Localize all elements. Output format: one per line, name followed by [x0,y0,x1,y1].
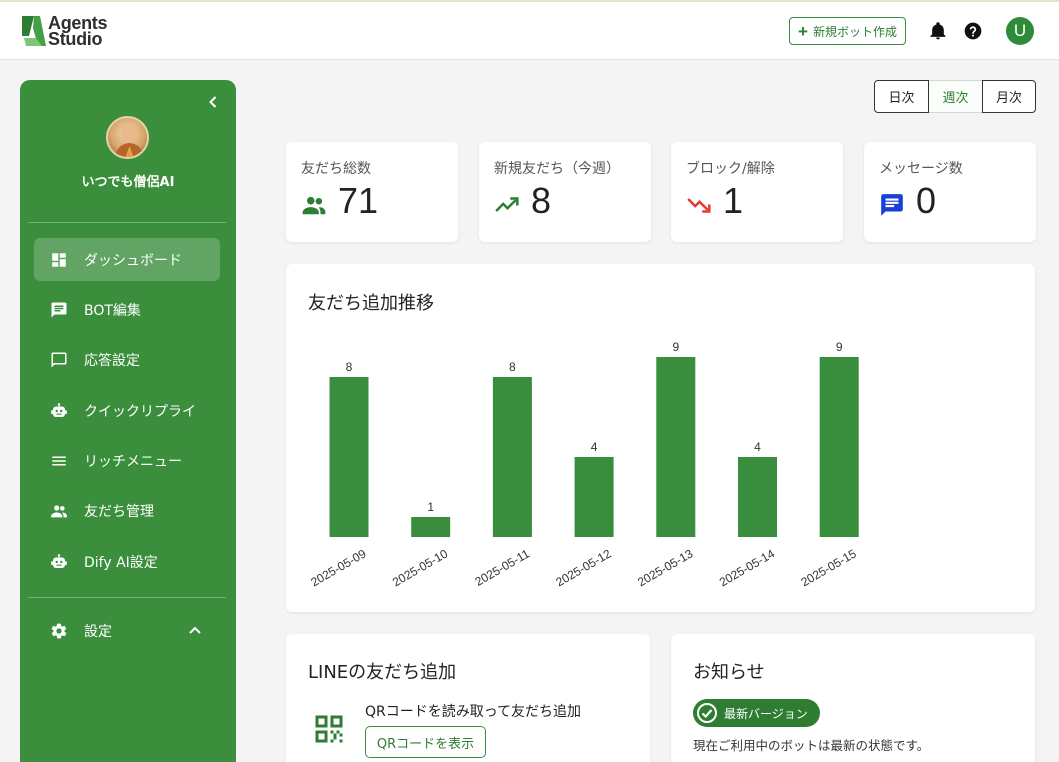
stat-value: 8 [531,180,552,221]
gear-icon [51,623,67,638]
sidebar-item-label: ダッシュボード [84,252,182,269]
chart-bar [492,377,532,537]
news-card: お知らせ 最新バージョン 現在ご利用中のボットは最新の状態です。 [671,634,1035,762]
new-bot-label: 新規ボット作成 [812,24,897,39]
app-header: Agents Studio + 新規ボット作成 U [0,0,1059,60]
chart-x-tick-label: 2025-05-13 [635,546,695,589]
qr-instruction: QRコードを読み取って友だち追加 [365,704,582,720]
stat-label: 新規友だち（今週） [494,161,620,177]
chart-x-tick-label: 2025-05-15 [799,546,859,589]
show-qr-button[interactable]: QRコードを表示 [365,726,486,758]
sidebar-item-bot-edit[interactable]: BOT編集 [34,288,220,331]
bell-icon[interactable] [928,21,948,41]
sidebar: いつでも僧侶AI ダッシュボード BOT編集 応答設定 クイックリプライ リッチ… [20,80,236,762]
chart-data-label: 8 [346,360,353,374]
chart-bar [411,517,451,537]
chart-x-tick-label: 2025-05-12 [553,546,613,589]
chevron-left-icon[interactable] [206,94,220,110]
friends-bar-chart: 8 2025-05-09 1 2025-05-10 8 2025-05-11 4 2025-0… [308,340,859,589]
chart-bar [656,357,696,537]
chart-bar [329,377,369,537]
friends-trend-card: 友だち追加推移 8 2025-05-09 1 2025-05-10 8 2025-05-1… [286,264,1035,612]
sidebar-item-label: 設定 [84,623,112,640]
chart-data-label: 9 [672,340,679,354]
chart-bar [574,457,614,537]
menu-lines-icon [52,456,66,465]
logo-line2: Studio [48,29,103,49]
trending-up-icon [495,197,519,212]
bot-avatar [106,116,149,159]
message-icon [881,194,903,216]
chart-bar [819,357,859,537]
stat-card-messages: メッセージ数 0 [864,142,1036,242]
monk-portrait-icon [114,124,145,157]
stat-value: 71 [338,180,379,221]
stat-card-new-friends: 新規友だち（今週） 8 [479,142,651,242]
user-avatar[interactable]: U [1006,17,1034,45]
latest-version-badge: 最新バージョン [693,699,820,727]
stat-card-block: ブロック/解除 1 [671,142,843,242]
people-icon [302,196,326,215]
new-bot-button[interactable]: + 新規ボット作成 [789,17,906,45]
period-month-button[interactable]: 月次 [982,80,1036,113]
sidebar-item-friends[interactable]: 友だち管理 [34,489,220,532]
check-circle-icon [697,703,717,723]
chart-data-label: 9 [836,340,843,354]
chart-data-label: 4 [754,440,761,454]
sidebar-item-settings[interactable]: 設定 [34,609,220,652]
stat-value: 1 [723,180,744,221]
robot-icon [51,402,67,417]
sidebar-item-label: Dify AI設定 [84,554,158,571]
chevron-up-icon[interactable] [188,624,202,636]
line-friend-card: LINEの友だち追加 QRコードを読み取って友だち追加 QRコードを表示 [286,634,650,762]
sidebar-divider [28,222,226,223]
stat-label: ブロック/解除 [686,161,775,177]
sidebar-item-dashboard[interactable]: ダッシュボード [34,238,220,281]
sidebar-item-label: BOT編集 [84,302,141,319]
chart-data-label: 4 [591,440,598,454]
sidebar-item-label: リッチメニュー [84,453,182,470]
message-edit-icon [51,302,67,317]
bot-name: いつでも僧侶AI [81,175,175,190]
stat-label: メッセージ数 [879,161,963,177]
logo-mark-icon [22,16,46,46]
trending-down-icon [687,198,711,213]
period-day-button[interactable]: 日次 [874,80,929,113]
chart-x-tick-label: 2025-05-11 [473,546,533,589]
news-text: 現在ご利用中のボットは最新の状態です。 [693,738,930,753]
chart-data-label: 1 [427,500,434,514]
agents-studio-logo[interactable]: Agents Studio [20,13,108,49]
dashboard-icon [52,252,66,267]
sidebar-item-dify-ai[interactable]: Dify AI設定 [34,540,220,583]
sidebar-item-label: クイックリプライ [84,403,196,420]
stat-label: 友だち総数 [301,161,371,177]
stat-value: 0 [916,180,937,221]
period-week-button[interactable]: 週次 [929,80,982,113]
news-card-title: お知らせ [693,662,765,683]
line-card-title: LINEの友だち追加 [308,662,457,683]
chart-data-label: 8 [509,360,516,374]
people-icon [51,504,67,517]
sidebar-item-label: 友だち管理 [84,503,154,520]
chart-x-tick-label: 2025-05-10 [390,546,450,589]
sidebar-item-response-settings[interactable]: 応答設定 [34,338,220,381]
sidebar-divider [28,597,226,598]
badge-label: 最新バージョン [724,706,808,721]
period-toggle: 日次 週次 月次 [874,80,1036,113]
sidebar-item-rich-menu[interactable]: リッチメニュー [34,439,220,482]
chat-bubble-icon [51,352,67,367]
stat-card-total-friends: 友だち総数 71 [286,142,458,242]
robot-icon [51,553,67,568]
chart-x-tick-label: 2025-05-09 [308,546,368,589]
chart-x-tick-label: 2025-05-14 [717,546,777,589]
sidebar-item-quick-reply[interactable]: クイックリプライ [34,389,220,432]
plus-icon: + [798,21,808,41]
logo-text: Agents Studio [48,14,108,49]
sidebar-item-label: 応答設定 [84,352,140,369]
chart-bar [738,457,777,537]
help-icon[interactable] [963,21,983,41]
qr-code-icon [315,715,343,743]
